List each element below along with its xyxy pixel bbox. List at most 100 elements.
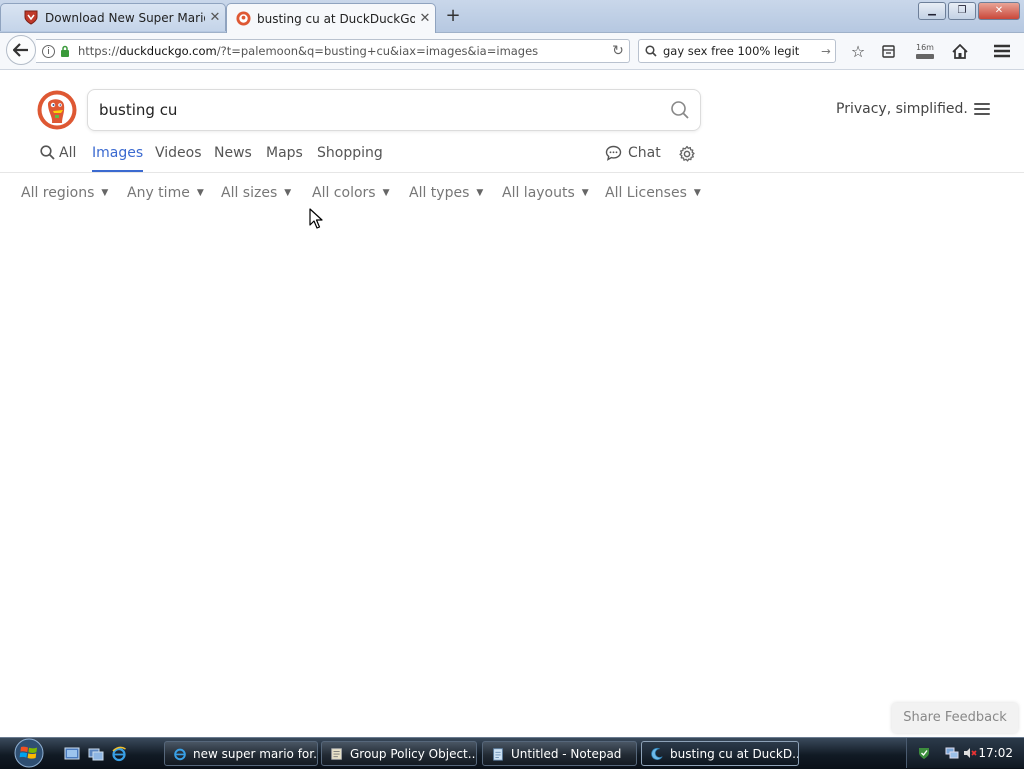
filter-label: Any time	[127, 185, 190, 201]
duckduckgo-logo[interactable]	[37, 90, 77, 130]
start-button[interactable]	[8, 738, 50, 768]
browser-tab-mario[interactable]: Download New Super Mario ✕	[0, 3, 226, 31]
downloads-icon[interactable]: 16m	[913, 41, 937, 61]
tab-all[interactable]: All	[40, 145, 76, 172]
windows-logo-icon	[14, 738, 44, 768]
shield-favicon-icon	[23, 10, 39, 26]
lock-icon	[61, 45, 69, 57]
tab-label: busting cu at DuckDuckGo	[257, 11, 415, 26]
browser-navigation-bar: i https://duckduckgo.com/?t=palemoon&q=b…	[0, 33, 1024, 70]
notepad-icon	[493, 747, 503, 761]
system-tray: 17:02	[906, 738, 1024, 768]
tab-videos[interactable]: Videos	[155, 145, 202, 172]
close-tab-icon[interactable]: ✕	[415, 11, 435, 26]
tab-news[interactable]: News	[214, 145, 252, 172]
filter-licenses-dropdown[interactable]: All Licenses ▼	[605, 185, 701, 201]
search-box[interactable]: busting cu	[87, 89, 701, 131]
close-window-button[interactable]: ✕	[978, 2, 1020, 20]
search-go-arrow-icon[interactable]: →	[817, 44, 835, 58]
bookmarks-menu-icon[interactable]	[878, 41, 898, 61]
taskbar-button-label: busting cu at DuckD...	[670, 746, 799, 761]
info-icon[interactable]: i	[42, 44, 55, 58]
taskbar-button-browser[interactable]: busting cu at DuckD...	[641, 741, 799, 766]
tab-maps[interactable]: Maps	[266, 145, 303, 172]
filter-colors-dropdown[interactable]: All colors ▼	[312, 185, 390, 201]
chat-button[interactable]: Chat	[605, 145, 661, 161]
filter-label: All colors	[312, 185, 376, 201]
filter-label: All regions	[21, 185, 95, 201]
downloads-badge: 16m	[916, 42, 934, 52]
mouse-pointer-icon	[309, 208, 323, 230]
url-path: /?t=palemoon&q=busting+cu&iax=images&ia=…	[216, 44, 539, 58]
tab-shopping[interactable]: Shopping	[317, 145, 383, 172]
show-desktop-icon[interactable]	[64, 746, 80, 762]
volume-muted-icon[interactable]	[963, 746, 977, 760]
tab-label: Images	[92, 145, 144, 161]
security-shield-icon[interactable]	[917, 746, 931, 760]
privacy-tagline: Privacy, simplified.	[836, 101, 968, 117]
caret-down-icon: ▼	[284, 188, 292, 198]
back-button[interactable]	[6, 35, 36, 65]
url-domain: duckduckgo.com	[119, 44, 217, 58]
settings-gear-icon[interactable]	[678, 145, 696, 163]
minimize-button[interactable]: ▁	[918, 2, 946, 20]
filter-regions-dropdown[interactable]: All regions ▼	[21, 185, 108, 201]
back-arrow-icon	[13, 43, 28, 57]
chat-bubble-icon	[605, 145, 622, 161]
windows-taskbar: new super mario for... Group Policy Obje…	[0, 737, 1024, 769]
switch-windows-icon[interactable]	[88, 746, 104, 762]
group-policy-icon	[331, 747, 342, 760]
search-type-tabs: All Images Videos News Maps Shopping	[0, 140, 1024, 173]
browser-search-bar[interactable]: gay sex free 100% legit →	[638, 39, 836, 63]
clock[interactable]: 17:02	[978, 746, 1013, 760]
caret-down-icon: ▼	[101, 188, 109, 198]
taskbar-button-label: Untitled - Notepad	[511, 746, 622, 761]
taskbar-button-group-policy[interactable]: Group Policy Object...	[321, 741, 477, 766]
filter-label: All layouts	[502, 185, 575, 201]
search-icon[interactable]	[660, 100, 700, 120]
tab-label: Download New Super Mario	[45, 10, 205, 25]
search-icon	[40, 145, 55, 160]
network-icon[interactable]	[945, 746, 959, 760]
caret-down-icon: ▼	[382, 188, 390, 198]
caret-down-icon: ▼	[581, 188, 589, 198]
new-tab-button[interactable]: +	[444, 6, 462, 26]
caret-down-icon: ▼	[693, 188, 701, 198]
home-icon[interactable]	[950, 41, 970, 61]
reload-icon[interactable]: ↻	[607, 43, 629, 59]
maximize-button[interactable]: ❐	[948, 2, 976, 20]
url-scheme: https://	[78, 44, 120, 58]
internet-explorer-icon	[174, 748, 186, 760]
filter-layouts-dropdown[interactable]: All layouts ▼	[502, 185, 589, 201]
taskbar-button-label: Group Policy Object...	[350, 746, 477, 761]
close-tab-icon[interactable]: ✕	[205, 10, 225, 25]
tab-label: All	[59, 145, 77, 161]
duckduckgo-favicon-icon	[235, 11, 251, 27]
browser-tab-bar: Download New Super Mario ✕ busting cu at…	[0, 0, 1024, 33]
filter-types-dropdown[interactable]: All types ▼	[409, 185, 483, 201]
caret-down-icon: ▼	[196, 188, 204, 198]
filter-sizes-dropdown[interactable]: All sizes ▼	[221, 185, 291, 201]
caret-down-icon: ▼	[476, 188, 484, 198]
hamburger-menu-icon[interactable]	[974, 103, 990, 115]
search-field-value: gay sex free 100% legit	[663, 44, 800, 58]
tab-label: Videos	[155, 145, 202, 161]
browser-tab-duckduckgo[interactable]: busting cu at DuckDuckGo ✕	[226, 3, 436, 33]
taskbar-button-ie[interactable]: new super mario for...	[164, 741, 318, 766]
filter-time-dropdown[interactable]: Any time ▼	[127, 185, 204, 201]
share-feedback-button[interactable]: Share Feedback	[892, 703, 1018, 733]
filter-label: All types	[409, 185, 470, 201]
tab-label: Maps	[266, 145, 303, 161]
url-text: https://duckduckgo.com/?t=palemoon&q=bus…	[78, 44, 607, 58]
tab-images[interactable]: Images	[92, 145, 144, 172]
tab-label: News	[214, 145, 252, 161]
bookmark-star-icon[interactable]: ☆	[848, 41, 868, 61]
browser-menu-icon[interactable]	[992, 41, 1012, 61]
url-bar[interactable]: i https://duckduckgo.com/?t=palemoon&q=b…	[36, 39, 630, 63]
search-input[interactable]: busting cu	[99, 101, 660, 119]
taskbar-button-notepad[interactable]: Untitled - Notepad	[482, 741, 637, 766]
taskbar-button-label: new super mario for...	[193, 746, 318, 761]
pale-moon-icon	[651, 747, 663, 760]
window-controls: ▁ ❐ ✕	[918, 2, 1020, 20]
internet-explorer-icon[interactable]	[111, 746, 127, 762]
